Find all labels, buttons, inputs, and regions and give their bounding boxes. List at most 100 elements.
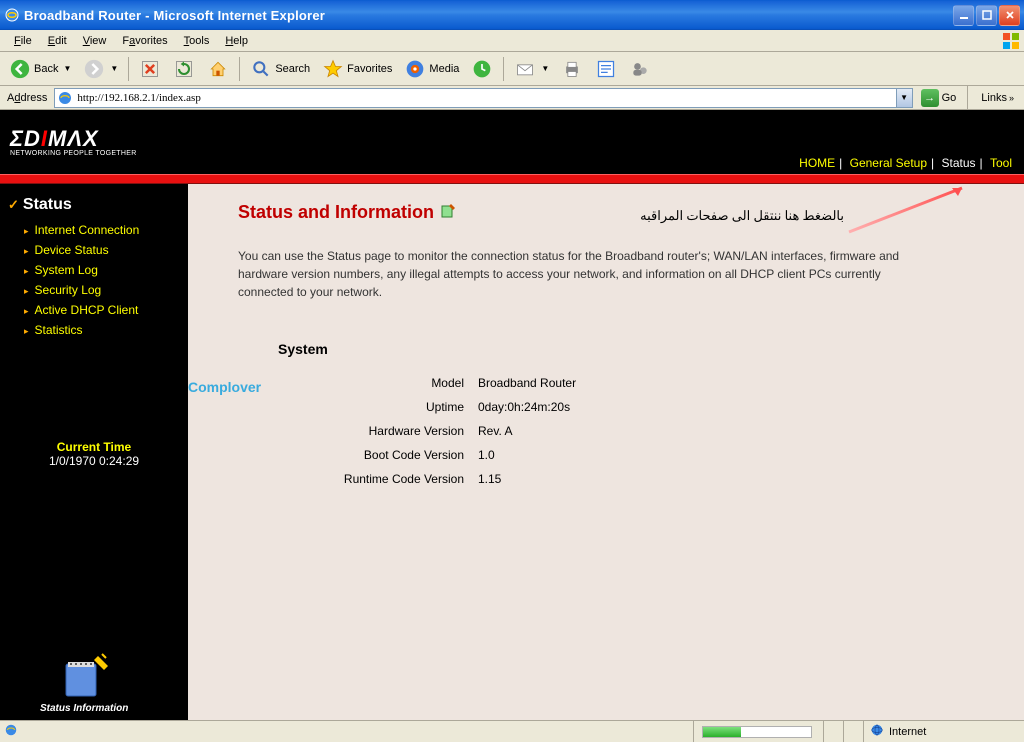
current-time-label: Current Time — [8, 440, 180, 454]
mail-button[interactable]: ▼ — [509, 55, 554, 83]
statusbar-left — [0, 721, 694, 742]
info-row: Boot Code Version1.0 — [298, 443, 974, 467]
status-info-widget: Status Information — [40, 652, 128, 714]
info-label: Model — [298, 376, 478, 390]
stop-button[interactable] — [134, 55, 166, 83]
forward-button[interactable]: ▼ — [78, 55, 123, 83]
info-value: Broadband Router — [478, 376, 576, 390]
info-value: 0day:0h:24m:20s — [478, 400, 570, 414]
back-icon — [9, 58, 31, 80]
page-favicon — [57, 90, 73, 106]
router-page: ΣDIMΛX NETWORKING PEOPLE TOGETHER HOME| … — [0, 110, 1024, 720]
discuss-button[interactable] — [624, 55, 656, 83]
sidebar-item-security-log[interactable]: Security Log — [8, 280, 180, 300]
sidebar-item-device-status[interactable]: Device Status — [8, 240, 180, 260]
addressbar: Address ▼ → Go Links » — [0, 86, 1024, 110]
statusbar-section — [824, 721, 844, 742]
go-icon: → — [921, 89, 939, 107]
refresh-button[interactable] — [168, 55, 200, 83]
annotation-arabic: بالضغط هنا ننتقل الى صفحات المراقبه — [640, 208, 844, 224]
menu-help[interactable]: Help — [217, 33, 256, 49]
logo: ΣDIMΛX NETWORKING PEOPLE TOGETHER — [10, 126, 137, 157]
sidebar-title: Status — [8, 196, 180, 214]
sidebar-item-statistics[interactable]: Statistics — [8, 320, 180, 340]
info-label: Runtime Code Version — [298, 472, 478, 486]
forward-dropdown-icon[interactable]: ▼ — [110, 64, 118, 73]
back-dropdown-icon[interactable]: ▼ — [63, 64, 71, 73]
search-button[interactable]: Search — [245, 55, 315, 83]
current-time-value: 1/0/1970 0:24:29 — [8, 454, 180, 468]
address-label: Address — [4, 92, 50, 104]
progress-fill — [703, 727, 741, 737]
favorites-button[interactable]: Favorites — [317, 55, 397, 83]
favorites-icon — [322, 58, 344, 80]
watermark: Complover — [188, 379, 261, 395]
mail-dropdown-icon[interactable]: ▼ — [541, 64, 549, 73]
links-button[interactable]: Links » — [975, 92, 1020, 104]
main-content: Status and Information بالضغط هنا ننتقل … — [188, 184, 1024, 720]
info-row: Hardware VersionRev. A — [298, 419, 974, 443]
menu-file[interactable]: File — [6, 33, 40, 49]
toolbar-separator — [967, 86, 968, 110]
media-button[interactable]: Media — [399, 55, 464, 83]
statusbar: Internet — [0, 720, 1024, 742]
history-icon — [471, 58, 493, 80]
home-button[interactable] — [202, 55, 234, 83]
print-icon — [561, 58, 583, 80]
nav-general-setup[interactable]: General Setup — [850, 156, 927, 170]
info-label: Hardware Version — [298, 424, 478, 438]
info-row: Runtime Code Version1.15 — [298, 467, 974, 491]
nav-home[interactable]: HOME — [799, 156, 835, 170]
current-time: Current Time 1/0/1970 0:24:29 — [8, 440, 180, 468]
menu-view[interactable]: View — [75, 33, 115, 49]
address-dropdown-icon[interactable]: ▼ — [896, 89, 912, 107]
back-button[interactable]: Back ▼ — [4, 55, 76, 83]
links-chevron-icon: » — [1009, 93, 1014, 103]
menu-tools[interactable]: Tools — [176, 33, 218, 49]
address-input-wrap: ▼ — [54, 88, 912, 108]
address-input[interactable] — [75, 92, 895, 104]
ie-icon — [4, 7, 20, 23]
discuss-icon — [629, 58, 651, 80]
links-label: Links — [981, 92, 1007, 104]
info-table: ModelBroadband Router Uptime0day:0h:24m:… — [298, 371, 974, 491]
refresh-icon — [173, 58, 195, 80]
toolbar: Back ▼ ▼ Search Favorites Media ▼ — [0, 52, 1024, 86]
favorites-label: Favorites — [347, 63, 392, 75]
sidebar: Status Internet Connection Device Status… — [0, 184, 188, 720]
stop-icon — [139, 58, 161, 80]
menu-favorites[interactable]: Favorites — [114, 33, 175, 49]
toolbar-separator — [503, 57, 504, 81]
go-button[interactable]: → Go — [917, 87, 961, 109]
maximize-button[interactable] — [976, 5, 997, 26]
logo-text: ΣDIMΛX — [10, 126, 137, 152]
menu-edit[interactable]: Edit — [40, 33, 75, 49]
close-button[interactable] — [999, 5, 1020, 26]
go-label: Go — [942, 92, 957, 104]
zone-icon — [870, 723, 884, 740]
sidebar-item-system-log[interactable]: System Log — [8, 260, 180, 280]
section-title-system: System — [278, 341, 974, 357]
edit-button[interactable] — [590, 55, 622, 83]
nav-tool[interactable]: Tool — [990, 156, 1012, 170]
progress-bar — [702, 726, 812, 738]
status-info-label: Status Information — [40, 703, 128, 714]
edit-icon — [595, 58, 617, 80]
back-label: Back — [34, 63, 58, 75]
menubar: File Edit View Favorites Tools Help — [0, 30, 1024, 52]
media-icon — [404, 58, 426, 80]
ie-icon — [4, 723, 18, 740]
sidebar-item-internet-connection[interactable]: Internet Connection — [8, 220, 180, 240]
info-label: Boot Code Version — [298, 448, 478, 462]
minimize-button[interactable] — [953, 5, 974, 26]
notepad-icon — [54, 652, 114, 700]
history-button[interactable] — [466, 55, 498, 83]
divider-redbar — [0, 174, 1024, 184]
mail-icon — [514, 58, 536, 80]
windows-flag-icon — [1002, 32, 1020, 50]
print-button[interactable] — [556, 55, 588, 83]
sidebar-item-active-dhcp-client[interactable]: Active DHCP Client — [8, 300, 180, 320]
home-icon — [207, 58, 229, 80]
nav-status[interactable]: Status — [941, 156, 975, 170]
search-icon — [250, 58, 272, 80]
